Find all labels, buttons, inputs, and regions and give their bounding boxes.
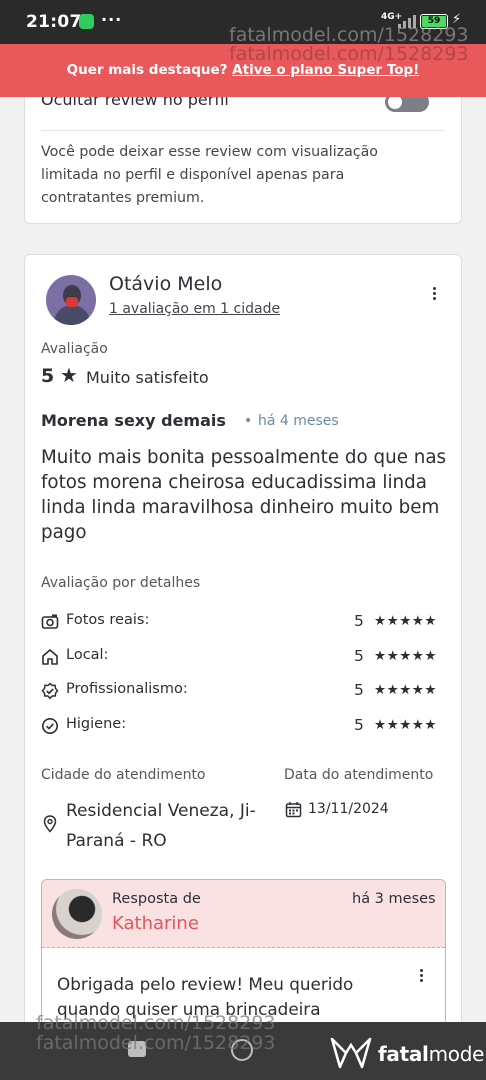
status-menu-glyph: ···: [101, 10, 123, 29]
more-options-icon[interactable]: [425, 285, 443, 305]
detail-label: Higiene:: [66, 716, 127, 732]
date-value: 13/11/2024: [308, 801, 389, 817]
city-label: Cidade do atendimento: [41, 767, 206, 783]
calendar-icon: [285, 802, 302, 818]
detail-row: Profissionalismo: 5 ★★★★★: [41, 680, 446, 702]
date-label: Data do atendimento: [284, 767, 434, 783]
battery-level: 59: [422, 16, 446, 27]
detail-label: Fotos reais:: [66, 612, 150, 628]
detail-row: Higiene: 5 ★★★★★: [41, 715, 446, 737]
review-time: há 4 meses: [258, 413, 339, 429]
detail-label: Profissionalismo:: [66, 681, 188, 697]
bottom-bar: fatalmodel: [0, 1022, 486, 1080]
detail-value: 5: [354, 681, 364, 699]
detail-row: Local: 5 ★★★★★: [41, 646, 446, 668]
reply-more-options-icon[interactable]: [412, 967, 430, 987]
detail-stars: ★★★★★: [374, 717, 438, 733]
detail-label: Local:: [66, 647, 109, 663]
whatsapp-icon: [79, 14, 94, 29]
check-circle-icon: [42, 718, 58, 734]
rating-value: 5: [41, 365, 55, 387]
reviewer-name[interactable]: Otávio Melo: [109, 273, 222, 295]
promo-text: Quer mais destaque?: [66, 62, 228, 78]
fatalmodel-logo-icon: [330, 1037, 372, 1069]
detail-stars: ★★★★★: [374, 613, 438, 629]
reply-from-label: Resposta de: [112, 891, 201, 907]
city-value: Residencial Veneza, Ji-Paraná - RO: [66, 801, 256, 851]
detail-row: Fotos reais: 5 ★★★★★: [41, 611, 446, 633]
signal-icon: [398, 14, 416, 28]
star-icon: ★: [60, 363, 78, 387]
camera-icon: [41, 614, 59, 629]
reviewer-avatar[interactable]: [46, 275, 96, 325]
camera-shutter-icon[interactable]: [231, 1039, 253, 1061]
detail-value: 5: [354, 612, 364, 630]
gallery-icon[interactable]: [128, 1041, 146, 1057]
promo-link[interactable]: Ative o plano Super Top!: [232, 62, 419, 78]
detail-stars: ★★★★★: [374, 648, 438, 664]
shield-check-icon: [41, 682, 59, 700]
reply-header: Resposta de Katharine há 3 meses: [42, 880, 445, 948]
promo-banner: Quer mais destaque? Ative o plano Super …: [0, 44, 486, 97]
reply-time: há 3 meses: [352, 891, 436, 907]
detail-value: 5: [354, 716, 364, 734]
reviewer-reviews-link[interactable]: 1 avaliação em 1 cidade: [109, 301, 280, 317]
replier-avatar[interactable]: [52, 889, 102, 939]
replier-name[interactable]: Katharine: [112, 913, 199, 934]
review-title: Morena sexy demais: [41, 411, 226, 430]
divider: [41, 130, 445, 131]
details-label: Avaliação por detalhes: [41, 575, 201, 591]
charging-icon: ⚡: [452, 12, 462, 27]
battery-icon: 59: [420, 14, 448, 29]
status-bar: 21:07 ··· 4G+ 59 ⚡: [0, 0, 486, 44]
privacy-description: Você pode deixar esse review com visuali…: [41, 144, 378, 206]
location-pin-icon: [43, 815, 57, 833]
detail-stars: ★★★★★: [374, 682, 438, 698]
detail-value: 5: [354, 647, 364, 665]
review-body: Muito mais bonita pessoalmente do que na…: [41, 447, 447, 543]
brand-name: fatalmodel: [378, 1042, 486, 1066]
review-card: Otávio Melo 1 avaliação em 1 cidade Aval…: [24, 254, 462, 1055]
privacy-card: Ocultar review no perfil Você pode deixa…: [24, 80, 462, 224]
reply-body: Obrigada pelo review! Meu querido quando…: [57, 974, 354, 1019]
rating-label: Avaliação: [41, 341, 108, 357]
separator-dot: •: [244, 413, 253, 429]
status-time: 21:07: [26, 12, 82, 32]
rating-text: Muito satisfeito: [86, 368, 209, 387]
home-icon: [42, 649, 58, 665]
